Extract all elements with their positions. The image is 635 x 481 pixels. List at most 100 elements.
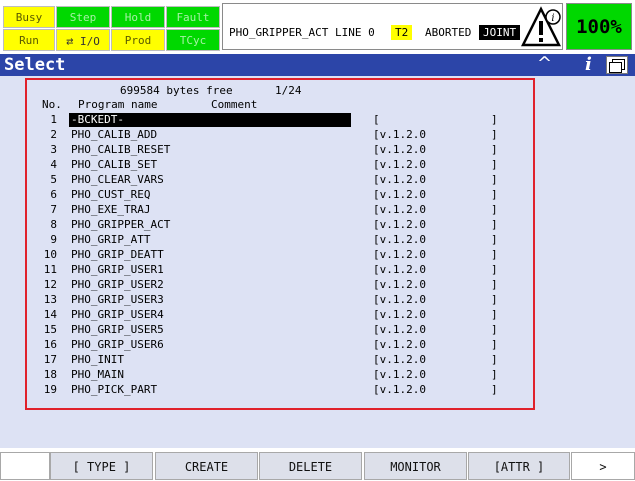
program-comment-end: ] [491, 278, 498, 291]
program-name: PHO_GRIP_USER5 [71, 323, 164, 336]
program-comment: [v.1.2.0 [373, 218, 426, 231]
window-toggle-icon[interactable] [606, 56, 628, 74]
program-comment-end: ] [491, 218, 498, 231]
program-number: 5 [50, 173, 57, 186]
program-comment: [v.1.2.0 [373, 308, 426, 321]
program-row[interactable]: 11 PHO_GRIP_USER1 [v.1.2.0] [27, 263, 533, 278]
program-number: 7 [50, 203, 57, 216]
attr-button[interactable]: [ATTR ] [468, 452, 570, 480]
next-button[interactable]: > [571, 452, 635, 480]
program-name: PHO_EXE_TRAJ [71, 203, 151, 216]
program-comment: [v.1.2.0 [373, 323, 426, 336]
warning-triangle-icon[interactable]: i [521, 6, 561, 48]
program-comment-end: ] [491, 203, 498, 216]
program-number: 16 [43, 338, 57, 351]
program-name: PHO_GRIP_DEATT [71, 248, 164, 261]
program-number: 4 [50, 158, 57, 171]
program-number: 12 [43, 278, 57, 291]
program-name: PHO_MAIN [71, 368, 124, 381]
program-comment-end: ] [491, 338, 498, 351]
program-status-panel[interactable]: PHO_GRIPPER_ACT LINE 0 T2 ABORTED JOINT … [222, 3, 563, 50]
fkey-blank [0, 452, 50, 480]
program-comment: [v.1.2.0 [373, 128, 426, 141]
program-row[interactable]: 9 PHO_GRIP_ATT [v.1.2.0] [27, 233, 533, 248]
program-name: PHO_GRIPPER_ACT [71, 218, 171, 231]
program-row[interactable]: 7 PHO_EXE_TRAJ [v.1.2.0] [27, 203, 533, 218]
program-row[interactable]: 18 PHO_MAIN [v.1.2.0] [27, 368, 533, 383]
coord-badge: JOINT [479, 25, 521, 40]
io-lamp: ⇄ I/O [56, 29, 110, 51]
step-lamp: Step [56, 6, 110, 28]
program-comment: [v.1.2.0 [373, 368, 426, 381]
program-row[interactable]: 13 PHO_GRIP_USER3 [v.1.2.0] [27, 293, 533, 308]
program-name: PHO_GRIP_USER4 [71, 308, 164, 321]
program-row[interactable]: 4 PHO_CALIB_SET [v.1.2.0] [27, 158, 533, 173]
program-number: 14 [43, 308, 57, 321]
program-name: PHO_GRIP_ATT [71, 233, 151, 246]
tcyc-lamp: TCyc [166, 29, 220, 51]
type-button[interactable]: [ TYPE ] [50, 452, 153, 480]
override-percent[interactable]: 100% [566, 3, 632, 50]
io-arrows-icon: ⇄ [66, 34, 74, 48]
caret-up-icon[interactable]: ^ [537, 53, 552, 74]
program-row[interactable]: 5 PHO_CLEAR_VARS [v.1.2.0] [27, 173, 533, 188]
program-comment-end: ] [491, 263, 498, 276]
program-comment: [v.1.2.0 [373, 233, 426, 246]
program-name: PHO_GRIP_USER2 [71, 278, 164, 291]
program-name: PHO_GRIP_USER3 [71, 293, 164, 306]
function-key-bar: [ TYPE ] CREATE DELETE MONITOR [ATTR ] > [0, 448, 635, 481]
program-row[interactable]: 14 PHO_GRIP_USER4 [v.1.2.0] [27, 308, 533, 323]
program-row[interactable]: 3 PHO_CALIB_RESET [v.1.2.0] [27, 143, 533, 158]
program-comment-end: ] [491, 233, 498, 246]
program-number: 18 [43, 368, 57, 381]
program-comment: [v.1.2.0 [373, 263, 426, 276]
io-lamp-label: I/O [79, 35, 100, 48]
prod-lamp: Prod [111, 29, 165, 51]
program-name: PHO_INIT [71, 353, 124, 366]
program-comment-end: ] [491, 173, 498, 186]
program-comment-end: ] [491, 188, 498, 201]
program-comment-end: ] [491, 158, 498, 171]
program-comment-end: ] [491, 308, 498, 321]
program-row[interactable]: 10 PHO_GRIP_DEATT [v.1.2.0] [27, 248, 533, 263]
page-title: Select [4, 55, 66, 75]
program-row[interactable]: 16 PHO_GRIP_USER6 [v.1.2.0] [27, 338, 533, 353]
program-list-panel: 699584 bytes free 1/24 No. Program name … [25, 78, 535, 410]
program-row[interactable]: 15 PHO_GRIP_USER5 [v.1.2.0] [27, 323, 533, 338]
program-name: PHO_GRIP_USER6 [71, 338, 164, 351]
status-bar: Busy Step Hold Fault Run ⇄ I/O Prod TCyc… [0, 0, 635, 53]
program-row[interactable]: 12 PHO_GRIP_USER2 [v.1.2.0] [27, 278, 533, 293]
program-comment: [v.1.2.0 [373, 173, 426, 186]
program-comment-end: ] [491, 323, 498, 336]
monitor-button[interactable]: MONITOR [364, 452, 467, 480]
program-row[interactable]: 6 PHO_CUST_REQ [v.1.2.0] [27, 188, 533, 203]
program-name: PHO_GRIP_USER1 [71, 263, 164, 276]
program-row[interactable]: 8 PHO_GRIPPER_ACT [v.1.2.0] [27, 218, 533, 233]
bytes-free: 699584 bytes free [120, 84, 233, 97]
program-row[interactable]: 17 PHO_INIT [v.1.2.0] [27, 353, 533, 368]
program-comment: [v.1.2.0 [373, 278, 426, 291]
program-comment: [v.1.2.0 [373, 353, 426, 366]
column-program-name: Program name [78, 98, 158, 111]
program-number: 2 [50, 128, 57, 141]
program-comment-end: ] [491, 128, 498, 141]
create-button[interactable]: CREATE [155, 452, 258, 480]
program-name: PHO_CALIB_SET [71, 158, 158, 171]
info-icon[interactable]: i [585, 54, 592, 75]
program-number: 17 [43, 353, 57, 366]
program-number: 3 [50, 143, 57, 156]
program-comment: [v.1.2.0 [373, 338, 426, 351]
program-comment: [v.1.2.0 [373, 383, 426, 396]
program-number: 9 [50, 233, 57, 246]
column-comment: Comment [211, 98, 258, 111]
program-comment-end: ] [491, 143, 498, 156]
program-row[interactable]: 19 PHO_PICK_PART [v.1.2.0] [27, 383, 533, 398]
hold-lamp: Hold [111, 6, 165, 28]
program-row[interactable]: 1 -BCKEDT- [] [27, 113, 533, 128]
svg-text:i: i [551, 13, 554, 24]
delete-button[interactable]: DELETE [259, 452, 362, 480]
program-comment: [v.1.2.0 [373, 293, 426, 306]
program-row[interactable]: 2 PHO_CALIB_ADD [v.1.2.0] [27, 128, 533, 143]
program-number: 1 [50, 113, 57, 126]
program-comment: [v.1.2.0 [373, 143, 426, 156]
